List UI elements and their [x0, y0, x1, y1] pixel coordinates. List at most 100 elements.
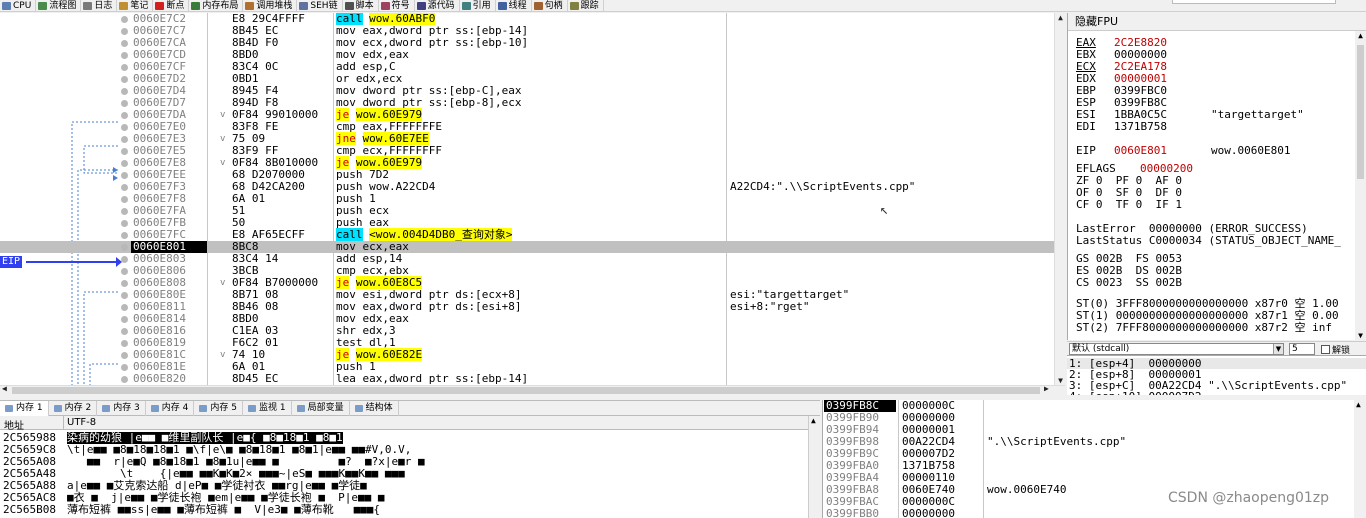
handle-icon [533, 2, 543, 10]
toolbar-tab-7[interactable]: 调用堆栈 [243, 0, 298, 11]
command-input[interactable] [1172, 0, 1336, 4]
cpu-icon [2, 2, 11, 10]
breakpoint-dot-icon[interactable] [121, 256, 128, 263]
toolbar-tab-9[interactable]: 脚本 [343, 0, 379, 11]
disassembly-view[interactable]: EIP 0060E7C2 E8 29C4FFFF call wow.60ABF0 00… [0, 13, 1054, 385]
dropdown-arrow-icon[interactable]: ▼ [1273, 344, 1283, 354]
segment-registers-row[interactable]: CS 0023 SS 002B [1076, 277, 1182, 289]
breakpoint-dot-icon[interactable] [121, 124, 128, 131]
breakpoint-dot-icon[interactable] [121, 364, 128, 371]
disassembly-horizontal-scrollbar[interactable]: ◀ ▶ [0, 384, 1065, 395]
argument-count-spinner[interactable]: 5 [1289, 343, 1315, 355]
breakpoint-dot-icon[interactable] [121, 100, 128, 107]
checkbox-icon[interactable] [1321, 345, 1330, 354]
breakpoint-dot-icon[interactable] [121, 112, 128, 119]
register-eip[interactable]: EIP 0060E801 wow.0060E801 [1076, 144, 1290, 157]
scroll-up-icon[interactable]: ▲ [1356, 400, 1361, 409]
dump-tab-7[interactable]: 局部变量 [292, 401, 350, 416]
toolbar-tab-label: 脚本 [355, 1, 374, 11]
calling-convention-select[interactable]: 默认 (stdcall) ▼ [1069, 343, 1284, 355]
disasm-row[interactable]: 0060E820 8D45 EC lea eax,dword ptr ss:[ebp… [0, 373, 1054, 385]
toolbar-tab-3[interactable]: 日志 [81, 0, 118, 11]
breakpoint-dot-icon[interactable] [121, 208, 128, 215]
scrollbar-thumb[interactable] [1357, 45, 1364, 179]
breakpoint-dot-icon[interactable] [121, 220, 128, 227]
breakpoint-dot-icon[interactable] [121, 196, 128, 203]
stack-scrollbar[interactable]: ▲ [1354, 400, 1366, 518]
register-name: EIP [1076, 144, 1096, 157]
breakpoint-dot-icon[interactable] [121, 88, 128, 95]
fpu-register-row[interactable]: ST(2) 7FFF8000000000000000 x87r2 空 inf [1076, 322, 1332, 334]
scroll-left-icon[interactable]: ◀ [2, 384, 7, 393]
breakpoint-dot-icon[interactable] [121, 316, 128, 323]
breakpoint-dot-icon[interactable] [121, 52, 128, 59]
script-icon [344, 2, 354, 10]
scroll-up-icon[interactable]: ▲ [811, 416, 816, 425]
breakpoint-dot-icon[interactable] [121, 280, 128, 287]
breakpoint-dot-icon[interactable] [121, 376, 128, 383]
breakpoint-dot-icon[interactable] [121, 352, 128, 359]
toolbar-tab-11[interactable]: 源代码 [415, 0, 460, 11]
breakpoint-dot-icon[interactable] [121, 184, 128, 191]
breakpoint-dot-icon[interactable] [121, 340, 128, 347]
toolbar-tab-15[interactable]: 跟踪 [568, 0, 604, 11]
breakpoint-dot-icon[interactable] [121, 16, 128, 23]
operands: eax,dword ptr ss:[ebp-14] [362, 372, 529, 385]
dump-tab-1[interactable]: 内存 1 [0, 401, 49, 416]
toolbar-tab-10[interactable]: 符号 [379, 0, 415, 11]
call-argument-row[interactable]: 4: [esp+10] 000007D2 [1069, 391, 1201, 395]
breakpoint-dot-icon[interactable] [121, 64, 128, 71]
instruction-address: 0060E820 [133, 372, 186, 385]
hide-fpu-toggle[interactable]: 隐藏FPU [1068, 13, 1366, 31]
disassembly-vertical-scrollbar[interactable]: ▲ ▼ [1054, 13, 1065, 385]
toolbar-tab-6[interactable]: 内存布局 [189, 0, 244, 11]
scroll-up-icon[interactable]: ▲ [1056, 13, 1065, 22]
dump-tab-5[interactable]: 内存 5 [194, 401, 243, 416]
scroll-up-icon[interactable]: ▲ [1356, 31, 1365, 40]
jump-direction-icon: v [220, 110, 226, 120]
register-name: EDI [1076, 120, 1096, 133]
main-tab-bar: CPU 流程图 日志 笔记 断点 内存布局 调用堆栈 SEH链 脚本 符号 源代码 引用 线程 句柄 跟踪 [0, 0, 1366, 12]
scroll-down-icon[interactable]: ▼ [1356, 331, 1365, 340]
scroll-right-icon[interactable]: ▶ [1044, 384, 1049, 393]
breakpoint-dot-icon[interactable] [121, 304, 128, 311]
scroll-down-icon[interactable]: ▼ [1056, 376, 1065, 385]
dump-scrollbar[interactable]: ▲ [808, 416, 820, 518]
breakpoint-dot-icon[interactable] [121, 328, 128, 335]
toolbar-tab-14[interactable]: 句柄 [532, 0, 568, 11]
flags-row[interactable]: CF 0 TF 0 IF 1 [1076, 199, 1182, 211]
toolbar-tab-2[interactable]: 流程图 [36, 0, 82, 11]
dump-tab-6[interactable]: 监视 1 [243, 401, 292, 416]
breakpoint-dot-icon[interactable] [121, 172, 128, 179]
toolbar-tab-4[interactable]: 笔记 [117, 0, 154, 11]
tab-icon [354, 405, 363, 412]
dump-tab-label: 内存 3 [113, 403, 140, 413]
breakpoint-dot-icon[interactable] [121, 28, 128, 35]
breakpoint-dot-icon[interactable] [121, 160, 128, 167]
breakpoint-dot-icon[interactable] [121, 232, 128, 239]
dump-tab-label: 局部变量 [307, 403, 344, 413]
dump-tab-4[interactable]: 内存 4 [146, 401, 195, 416]
toolbar-tab-5[interactable]: 断点 [153, 0, 190, 11]
breakpoint-dot-icon[interactable] [121, 244, 128, 251]
toolbar-tab-1[interactable]: CPU [0, 0, 37, 11]
toolbar-tab-13[interactable]: 线程 [496, 0, 532, 11]
call-arguments-view[interactable]: 1: [esp+4] 00000000 2: [esp+8] 00000001 3:… [1067, 355, 1366, 395]
breakpoint-dot-icon[interactable] [121, 292, 128, 299]
register-edi[interactable]: EDI 1371B758 [1076, 121, 1167, 133]
scrollbar-thumb[interactable] [12, 387, 1040, 394]
toolbar-tab-8[interactable]: SEH链 [297, 0, 343, 11]
registers-scrollbar[interactable]: ▲ ▼ [1355, 31, 1366, 340]
toolbar-tab-label: 引用 [472, 1, 491, 11]
breakpoint-dot-icon[interactable] [121, 136, 128, 143]
breakpoint-dot-icon[interactable] [121, 268, 128, 275]
toolbar-tab-label: SEH链 [310, 1, 338, 11]
breakpoint-dot-icon[interactable] [121, 40, 128, 47]
toolbar-tab-12[interactable]: 引用 [460, 0, 496, 11]
dump-tab-8[interactable]: 结构体 [350, 401, 399, 416]
breakpoint-dot-icon[interactable] [121, 76, 128, 83]
memory-dump-view[interactable]: 地址 UTF-8 2C565988 染病的幼狼 |e■■ ■维里副队长 |e■{ … [0, 416, 820, 518]
dump-tab-3[interactable]: 内存 3 [97, 401, 146, 416]
dump-tab-2[interactable]: 内存 2 [49, 401, 98, 416]
breakpoint-dot-icon[interactable] [121, 148, 128, 155]
